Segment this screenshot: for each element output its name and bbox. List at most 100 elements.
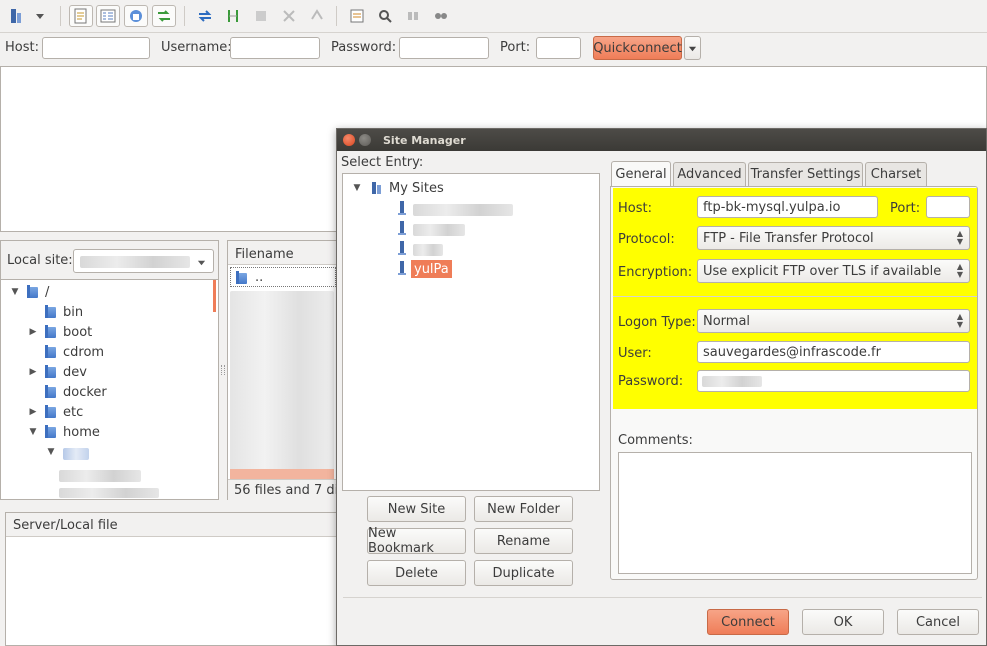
transfer-queue-icon[interactable]: [152, 5, 176, 27]
tree-item-label: boot: [63, 324, 93, 340]
sync-browsing-icon[interactable]: [401, 5, 425, 27]
disconnect-icon: [277, 5, 301, 27]
site-host-field[interactable]: ftp-bk-mysql.yulpa.io: [697, 196, 878, 218]
search-remote-icon[interactable]: [429, 5, 453, 27]
site-password-field[interactable]: [697, 370, 970, 392]
tree-item-root[interactable]: ▼ /: [9, 282, 50, 302]
tree-item-home-child[interactable]: ▼: [45, 442, 63, 462]
transfer-queue: Server/Local file: [5, 512, 341, 646]
tree-item-boot[interactable]: ▶ boot: [27, 322, 93, 342]
close-window-icon[interactable]: [343, 134, 355, 146]
local-path-combo[interactable]: [73, 249, 214, 273]
tree-item-etc[interactable]: ▶ etc: [27, 402, 84, 422]
folder-icon: [45, 425, 57, 439]
port-input[interactable]: [536, 37, 581, 59]
tree-item-label: dev: [63, 364, 87, 380]
tree-item-cdrom[interactable]: cdrom: [27, 342, 104, 362]
expander-arrow[interactable]: ▶: [27, 407, 39, 417]
logon-type-label: Logon Type:: [618, 315, 696, 330]
main-toolbar: [0, 0, 987, 33]
quickconnect-history-button[interactable]: [684, 36, 701, 60]
expander-arrow[interactable]: ▶: [27, 367, 39, 377]
refresh-icon[interactable]: [193, 5, 217, 27]
password-input[interactable]: [399, 37, 489, 59]
ok-button[interactable]: OK: [802, 609, 884, 635]
pane-splitter[interactable]: [221, 365, 225, 375]
site-manager-dropdown-icon[interactable]: [30, 5, 50, 27]
expander-arrow[interactable]: ▼: [27, 427, 39, 437]
expander-arrow[interactable]: ▼: [45, 447, 57, 457]
expander-arrow[interactable]: ▼: [351, 183, 363, 193]
parent-directory-row[interactable]: ..: [230, 267, 336, 287]
remote-tree-icon[interactable]: [124, 5, 148, 27]
delete-button[interactable]: Delete: [367, 560, 466, 586]
minimize-window-icon[interactable]: [359, 134, 371, 146]
site-port-field[interactable]: [926, 196, 970, 218]
redacted-selected-row: [230, 469, 334, 479]
server-icon: [398, 221, 406, 235]
tree-item-label: home: [63, 424, 100, 440]
local-tree-scrollbar[interactable]: [213, 280, 216, 312]
host-input[interactable]: [42, 37, 150, 59]
tab-advanced[interactable]: Advanced: [673, 162, 746, 186]
password-label: Password:: [618, 374, 684, 389]
tree-item-docker[interactable]: docker: [27, 382, 107, 402]
updown-icon: ▲ ▼: [956, 262, 963, 279]
remote-status-text: 56 files and 7 dire: [234, 483, 352, 498]
directory-listing-filters-icon[interactable]: [345, 5, 369, 27]
tree-item-home[interactable]: ▼ home: [27, 422, 100, 442]
protocol-value: FTP - File Transfer Protocol: [703, 230, 874, 246]
new-folder-button[interactable]: New Folder: [474, 496, 573, 522]
new-bookmark-button[interactable]: New Bookmark: [367, 526, 466, 556]
redacted-file-list: [230, 291, 334, 471]
comments-textarea[interactable]: [618, 452, 972, 574]
logon-type-select[interactable]: Normal ▲ ▼: [697, 309, 970, 333]
redacted-site[interactable]: [413, 244, 443, 256]
tree-item-label: bin: [63, 304, 84, 320]
site-manager-icon[interactable]: [4, 5, 28, 27]
duplicate-button[interactable]: Duplicate: [474, 560, 573, 586]
server-local-column-header[interactable]: Server/Local file: [6, 513, 341, 537]
sites-folder-icon: [372, 182, 381, 194]
tab-charset[interactable]: Charset: [865, 162, 927, 186]
folder-icon: [45, 325, 57, 339]
tree-item-bin[interactable]: bin: [27, 302, 83, 322]
password-label: Password:: [331, 40, 397, 55]
toolbar-separator: [336, 6, 337, 26]
cancel-button[interactable]: Cancel: [897, 609, 979, 635]
parent-directory-label: ..: [255, 270, 264, 285]
server-icon: [398, 241, 406, 255]
section-divider: [613, 296, 977, 297]
tab-general[interactable]: General: [611, 161, 671, 187]
rename-button[interactable]: Rename: [474, 528, 573, 554]
tree-item-label: cdrom: [63, 344, 105, 360]
tree-item-dev[interactable]: ▶ dev: [27, 362, 87, 382]
filename-column-header[interactable]: Filename: [228, 241, 338, 265]
tree-item-selected-site[interactable]: yulPa: [411, 260, 452, 278]
tree-item-my-sites[interactable]: ▼ My Sites: [351, 178, 444, 198]
connect-button[interactable]: Connect: [707, 609, 789, 635]
server-icon: [398, 261, 406, 275]
toolbar-separator: [184, 6, 185, 26]
expander-arrow[interactable]: ▼: [9, 287, 21, 297]
quickconnect-button[interactable]: Quickconnect: [593, 36, 682, 60]
redacted-local-path: [80, 256, 190, 268]
compare-directories-icon[interactable]: [373, 5, 397, 27]
encryption-select[interactable]: Use explicit FTP over TLS if available ▲…: [697, 259, 970, 283]
site-tree: ▼ My Sites yulPa: [342, 173, 600, 491]
site-user-field[interactable]: sauvegardes@infrascode.fr: [697, 341, 970, 363]
expander-arrow[interactable]: ▶: [27, 327, 39, 337]
redacted-site[interactable]: [413, 224, 465, 236]
redacted-site[interactable]: [413, 204, 513, 216]
tree-item-label: docker: [63, 384, 107, 400]
username-input[interactable]: [230, 37, 320, 59]
local-tree-icon[interactable]: [96, 5, 120, 27]
redacted-folder: [59, 488, 159, 498]
tab-transfer-settings[interactable]: Transfer Settings: [748, 162, 863, 186]
port-label: Port:: [890, 201, 921, 216]
new-site-button[interactable]: New Site: [367, 496, 466, 522]
protocol-select[interactable]: FTP - File Transfer Protocol ▲ ▼: [697, 226, 970, 250]
dialog-titlebar[interactable]: Site Manager: [337, 129, 986, 151]
message-log-icon[interactable]: [69, 5, 93, 27]
process-queue-icon[interactable]: [221, 5, 245, 27]
